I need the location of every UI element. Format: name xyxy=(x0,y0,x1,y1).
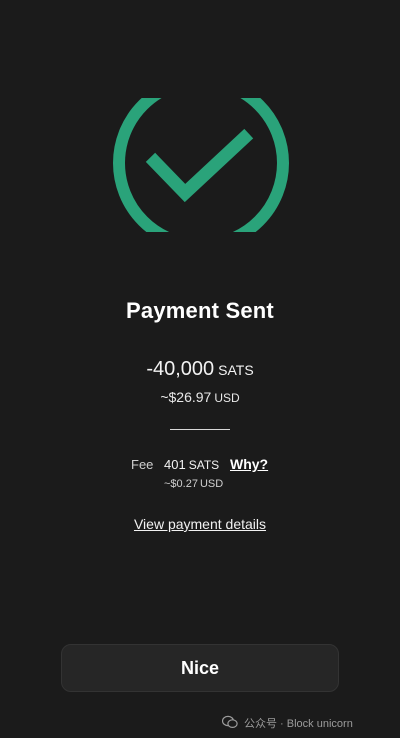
fee-fiat-unit: USD xyxy=(199,478,224,490)
sent-fiat-value: ~$26.97 xyxy=(160,389,212,405)
sent-amount: -40,000 SATS xyxy=(0,358,400,381)
fee-fiat: ~$0.27 USD xyxy=(164,478,223,490)
fee-row: Fee 401 SATS Why? xyxy=(0,456,400,475)
fee-fiat-value: ~$0.27 xyxy=(164,478,198,490)
fee-amount-unit: SATS xyxy=(188,458,220,472)
fee-amount: 401 SATS xyxy=(164,457,219,472)
fee-why-link[interactable]: Why? xyxy=(230,456,268,472)
payment-sent-screen: Payment Sent -40,000 SATS ~$26.97 USD Fee … xyxy=(0,0,400,738)
nice-button[interactable]: Nice xyxy=(61,644,339,692)
watermark: 公众号 · Block unicorn xyxy=(221,708,400,738)
view-payment-details-link[interactable]: View payment details xyxy=(0,516,400,532)
divider xyxy=(170,429,230,430)
fee-label: Fee xyxy=(131,457,154,472)
sent-amount-fiat: ~$26.97 USD xyxy=(0,389,400,407)
fee-amount-value: 401 xyxy=(164,457,186,472)
check-circle-icon xyxy=(110,98,292,232)
sent-amount-value: -40,000 xyxy=(146,358,215,380)
sent-amount-unit: SATS xyxy=(218,362,254,378)
sent-fiat-unit: USD xyxy=(214,391,240,405)
watermark-text: 公众号 · Block unicorn xyxy=(244,718,353,730)
page-title: Payment Sent xyxy=(126,298,274,323)
wechat-icon xyxy=(221,715,238,732)
